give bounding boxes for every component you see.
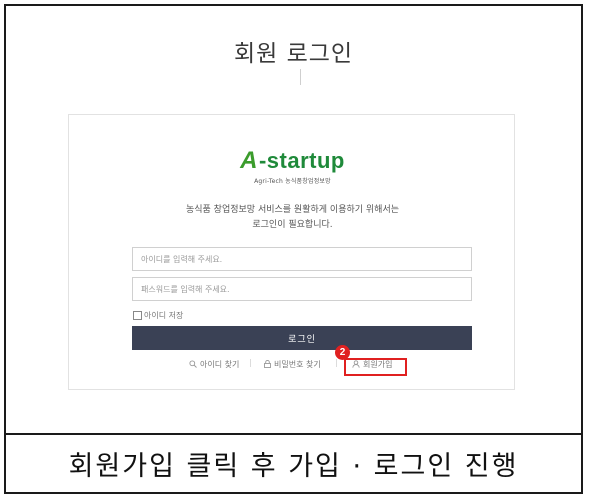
login-page: 회원 로그인 A -startup Agri-Tech 농식품창업정보망 농식품… (6, 6, 581, 433)
signup-highlight-box (344, 358, 407, 376)
id-input[interactable]: 아이디를 입력해 주세요. (132, 247, 472, 271)
logo: A -startup Agri-Tech 농식품창업정보망 (69, 147, 516, 185)
login-button[interactable]: 로그인 (132, 326, 472, 350)
find-id-label: 아이디 찾기 (200, 360, 240, 369)
description-line-1: 농식품 창업정보망 서비스를 원활하게 이용하기 위해서는 (185, 205, 400, 215)
logo-wordmark: A -startup (240, 147, 345, 175)
find-id-link[interactable]: 아이디 찾기 (189, 359, 239, 370)
logo-name: -startup (258, 148, 345, 173)
link-separator: | (335, 358, 338, 367)
save-id-label: 아이디 저장 (144, 311, 184, 320)
save-id-row[interactable]: 아이디 저장 (133, 310, 183, 321)
link-separator: | (249, 358, 252, 367)
login-card: A -startup Agri-Tech 농식품창업정보망 농식품 창업정보망 … (68, 114, 515, 390)
logo-tagline: Agri-Tech 농식품창업정보망 (254, 178, 331, 185)
find-password-link[interactable]: 비밀번호 찾기 (264, 359, 321, 370)
search-icon (189, 359, 197, 370)
password-input[interactable]: 패스워드를 입력해 주세요. (132, 277, 472, 301)
page-title: 회원 로그인 (233, 41, 354, 67)
find-password-label: 비밀번호 찾기 (274, 360, 321, 369)
title-divider (300, 69, 301, 85)
instruction-caption: 회원가입 클릭 후 가입 · 로그인 진행 (68, 451, 519, 482)
screenshot-frame: 회원 로그인 A -startup Agri-Tech 농식품창업정보망 농식품… (4, 4, 583, 494)
logo-a-mark: A (240, 147, 258, 174)
save-id-checkbox[interactable] (133, 311, 142, 320)
step-badge: 2 (335, 345, 350, 360)
description-line-2: 로그인이 필요합니다. (252, 220, 333, 230)
lock-icon (264, 359, 271, 370)
login-description: 농식품 창업정보망 서비스를 원활하게 이용하기 위해서는 로그인이 필요합니다… (69, 203, 516, 233)
